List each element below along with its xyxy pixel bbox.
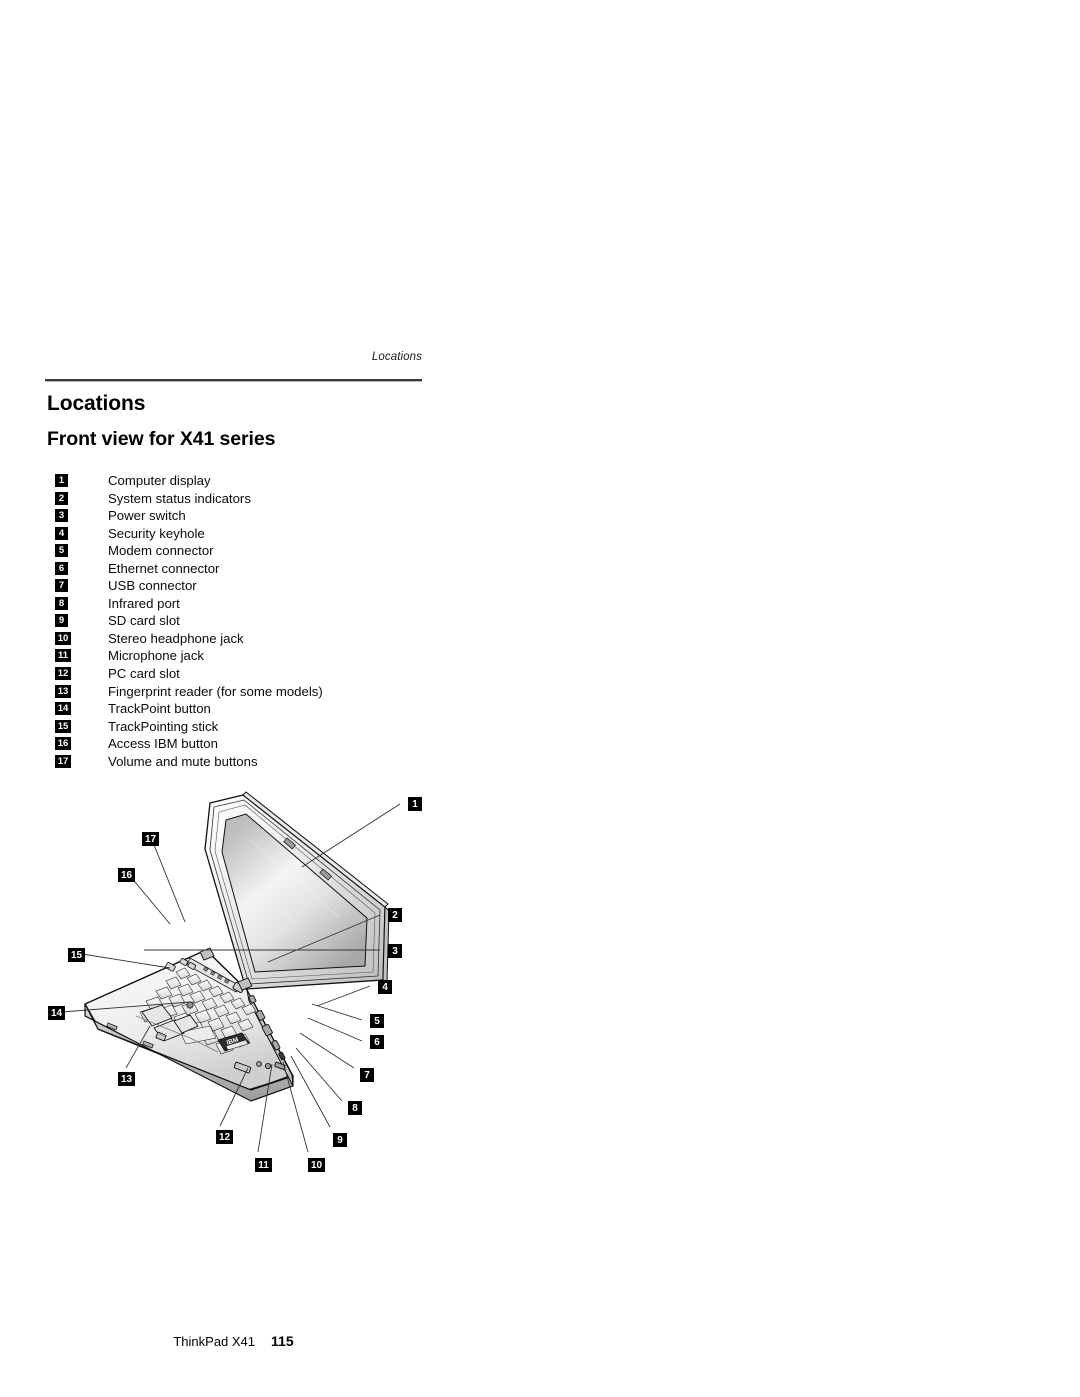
callout-badge-number: 15 <box>71 950 83 961</box>
callout-badge-number: 2 <box>392 910 398 921</box>
legend-number-badge: 12 <box>55 667 71 681</box>
legend-item: 1 Computer display <box>55 473 425 491</box>
legend-item-label: USB connector <box>108 578 197 594</box>
legend-item-label: TrackPoint button <box>108 701 211 717</box>
document-page: Locations Locations Front view for X41 s… <box>0 0 1080 1397</box>
legend-item: 14 TrackPoint button <box>55 701 425 719</box>
callout-badge-number: 4 <box>382 982 388 993</box>
legend-item-label: Volume and mute buttons <box>108 753 258 769</box>
callout-leader-line <box>307 1017 363 1042</box>
legend-item: 8 Infrared port <box>55 596 425 614</box>
legend-list: 1 Computer display 2 System status indicato… <box>55 473 425 771</box>
legend-item-label: Computer display <box>108 473 211 488</box>
callout-leader-line <box>81 953 171 969</box>
legend-item: 4 Security keyhole <box>55 526 425 544</box>
legend-number-badge: 16 <box>55 737 71 751</box>
legend-number-badge: 17 <box>55 754 71 768</box>
legend-item-label: Access IBM button <box>108 736 218 752</box>
callout-badge-number: 13 <box>121 1074 133 1085</box>
legend-number-badge: 10 <box>55 631 71 645</box>
legend-number-badge: 7 <box>55 579 68 593</box>
figure-callout: 7 <box>299 1032 374 1082</box>
callout-badge-number: 6 <box>374 1037 380 1048</box>
legend-item-label: System status indicators <box>108 490 251 506</box>
legend-item: 7 USB connector <box>55 578 425 596</box>
callout-leader-line <box>282 1061 309 1153</box>
legend-item: 5 Modem connector <box>55 543 425 561</box>
figure-callout: 16 <box>118 868 171 925</box>
legend-item: 16 Access IBM button <box>55 736 425 754</box>
legend-number-badge: 5 <box>55 544 68 558</box>
legend-item: 15 TrackPointing stick <box>55 719 425 737</box>
legend-item: 6 Ethernet connector <box>55 561 425 579</box>
legend-item: 3 Power switch <box>55 508 425 526</box>
legend-item-label: TrackPointing stick <box>108 718 219 734</box>
legend-item-label: Security keyhole <box>108 525 205 541</box>
legend-item-label: SD card slot <box>108 613 180 629</box>
legend-item-label: Fingerprint reader (for some models) <box>108 683 323 699</box>
figure-callout: 8 <box>295 1047 362 1115</box>
legend-item: 13 Fingerprint reader (for some models) <box>55 684 425 702</box>
callout-badge-number: 12 <box>219 1132 231 1143</box>
callout-badge-number: 10 <box>311 1160 323 1171</box>
legend-item-label: Ethernet connector <box>108 560 220 576</box>
callout-badge-number: 14 <box>51 1008 63 1019</box>
microphone-jack <box>256 1061 262 1067</box>
legend-number-badge: 8 <box>55 596 68 610</box>
section-title: Front view for X41 series <box>47 428 276 450</box>
callout-badge-number: 9 <box>337 1135 343 1146</box>
trackpointing-stick <box>186 1001 194 1009</box>
legend-number-badge: 1 <box>55 474 68 487</box>
callout-leader-line <box>299 1032 355 1069</box>
laptop-illustration: IBM 1 2 3 4 5 6 7 8 9 10 11 12 13 14 15 … <box>40 790 440 1210</box>
callout-leader-line <box>301 803 401 868</box>
callout-badge-number: 1 <box>412 799 418 810</box>
callout-badge-number: 17 <box>145 834 157 845</box>
legend-number-badge: 13 <box>55 684 71 698</box>
figure-callout: 15 <box>68 948 171 969</box>
legend-item-label: Modem connector <box>108 543 214 559</box>
footer-document-name: ThinkPad X41 <box>173 1334 256 1349</box>
legend-item: 10 Stereo headphone jack <box>55 631 425 649</box>
figure-callout: 17 <box>142 832 186 923</box>
legend-item-label: Power switch <box>108 508 186 524</box>
running-head: Locations <box>371 351 422 363</box>
callout-badge-number: 7 <box>364 1070 370 1081</box>
legend-item-label: Stereo headphone jack <box>108 630 244 646</box>
legend-item-label: PC card slot <box>108 666 180 682</box>
callout-badge-number: 16 <box>121 870 133 881</box>
page-title: Locations <box>47 392 146 415</box>
legend-number-badge: 11 <box>55 649 71 663</box>
legend-item: 11 Microphone jack <box>55 648 425 666</box>
callout-badge-number: 8 <box>352 1103 358 1114</box>
callout-leader-line <box>129 875 171 925</box>
legend-number-badge: 6 <box>55 561 68 575</box>
display-lid <box>204 791 390 990</box>
page-footer: ThinkPad X41 115 <box>45 1333 422 1349</box>
legend-number-badge: 4 <box>55 526 68 540</box>
callout-leader-line <box>311 1003 363 1021</box>
callout-badge-number: 5 <box>374 1016 380 1027</box>
callout-leader-line <box>316 985 371 1007</box>
legend-number-badge: 3 <box>55 509 68 523</box>
legend-item: 2 System status indicators <box>55 491 425 509</box>
callout-badge-number: 11 <box>258 1160 269 1171</box>
headphone-jack <box>264 1062 272 1070</box>
legend-item: 17 Volume and mute buttons <box>55 754 425 772</box>
legend-item: 12 PC card slot <box>55 666 425 684</box>
legend-item-label: Infrared port <box>108 595 180 611</box>
legend-number-badge: 15 <box>55 719 71 733</box>
callout-leader-line <box>290 1055 331 1128</box>
footer-page-number: 115 <box>271 1333 294 1349</box>
legend-item: 9 SD card slot <box>55 613 425 631</box>
header-rule <box>45 379 422 382</box>
callout-badge-number: 3 <box>392 946 398 957</box>
legend-number-badge: 9 <box>55 614 68 628</box>
laptop-drawing: IBM 1234567891011121314151617 <box>48 791 422 1172</box>
legend-item-label: Microphone jack <box>108 648 205 664</box>
callout-leader-line <box>151 839 186 923</box>
legend-number-badge: 14 <box>55 702 71 716</box>
legend-number-badge: 2 <box>55 491 68 505</box>
figure-callout: 9 <box>290 1055 347 1147</box>
